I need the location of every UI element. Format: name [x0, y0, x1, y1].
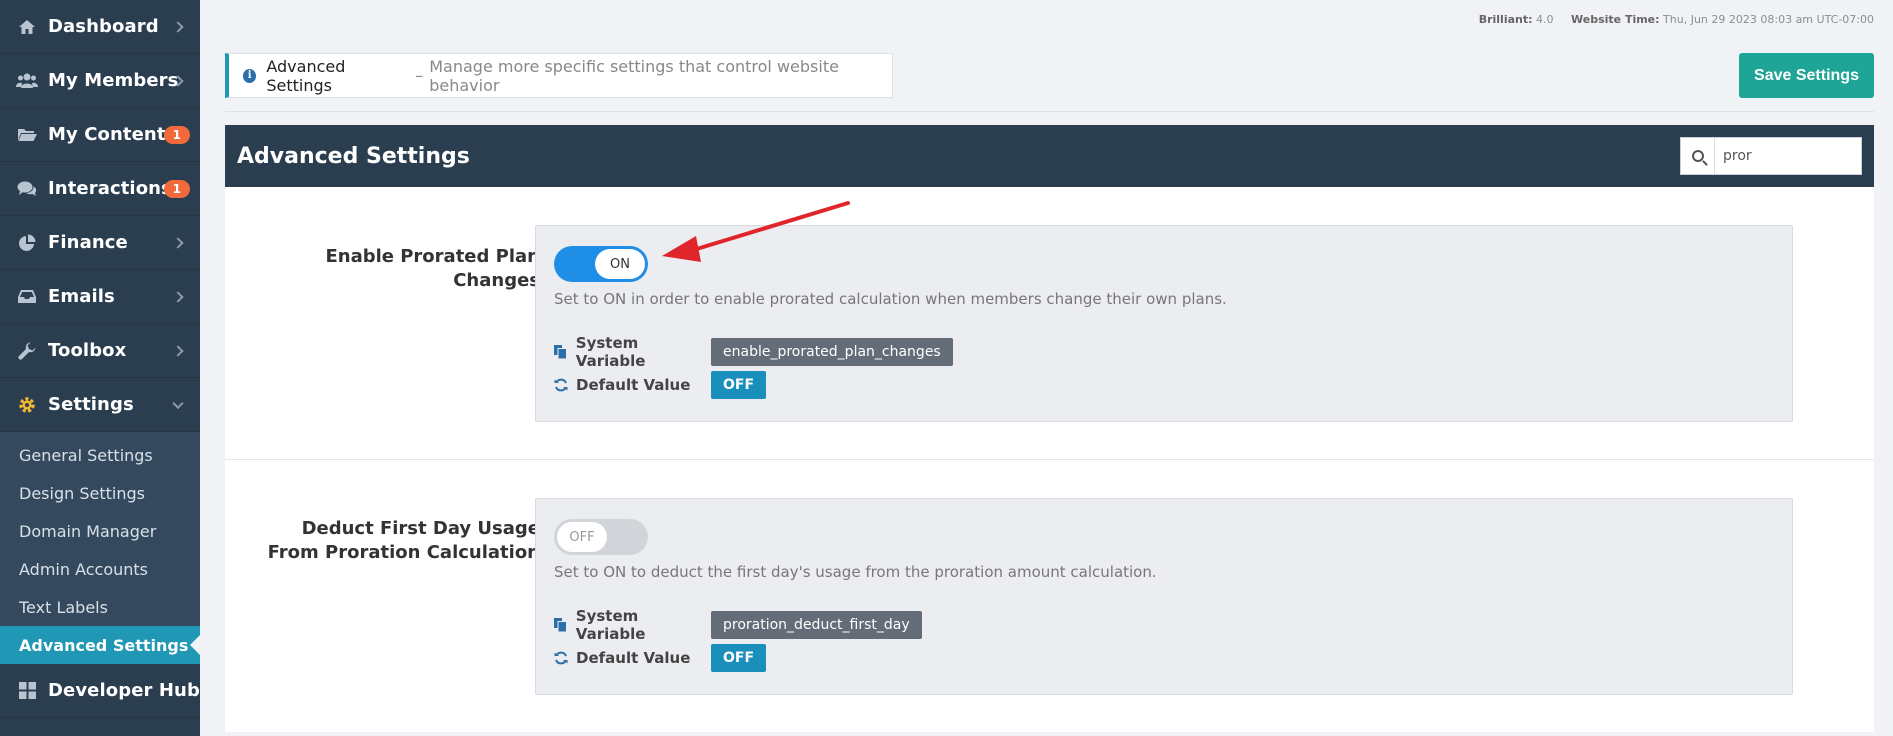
copy-icon	[554, 618, 568, 632]
save-settings-button[interactable]: Save Settings	[1739, 53, 1874, 98]
setting-label: Deduct First Day Usage From Proration Ca…	[267, 518, 540, 563]
info-icon: i	[243, 68, 257, 83]
users-icon	[16, 70, 38, 92]
settings-submenu: General Settings Design Settings Domain …	[0, 432, 200, 664]
sidebar: Dashboard My Members My Content 1 Intera…	[0, 0, 200, 736]
sidebar-item-label: Interactions	[48, 178, 172, 199]
notification-badge: 1	[163, 125, 190, 144]
subnav-item-text-labels[interactable]: Text Labels	[0, 588, 200, 626]
default-value-row: Default Value OFF	[554, 644, 767, 672]
search-icon	[1681, 138, 1715, 174]
sidebar-item-dashboard[interactable]: Dashboard	[0, 0, 200, 54]
sidebar-item-label: Dashboard	[48, 16, 159, 37]
default-value-label: Default Value	[576, 649, 691, 667]
settings-panel: Enable Prorated Plan Changes ON Set to O…	[225, 187, 1874, 732]
default-value: OFF	[711, 371, 767, 399]
setting-box: OFF Set to ON to deduct the first day's …	[535, 498, 1793, 695]
refresh-icon	[554, 651, 568, 665]
row-divider	[225, 459, 1874, 460]
toggle-state: ON	[595, 249, 645, 279]
refresh-icon	[554, 378, 568, 392]
panel-title: Advanced Settings	[237, 143, 470, 169]
inbox-icon	[16, 286, 38, 308]
subnav-item-general-settings[interactable]: General Settings	[0, 436, 200, 474]
setting-box: ON Set to ON in order to enable prorated…	[535, 225, 1793, 422]
panel-header: Advanced Settings	[225, 125, 1874, 187]
version-value: 4.0	[1536, 13, 1554, 26]
version-time-info: Brilliant: 4.0 Website Time: Thu, Jun 29…	[1479, 13, 1874, 26]
folder-icon	[16, 124, 38, 146]
version-label: Brilliant:	[1478, 13, 1533, 26]
system-variable-row: System Variable proration_deduct_first_d…	[554, 607, 922, 643]
chevron-right-icon	[172, 344, 184, 357]
chevron-right-icon	[172, 290, 184, 303]
pie-chart-icon	[16, 232, 38, 254]
sidebar-item-my-members[interactable]: My Members	[0, 54, 200, 108]
sidebar-item-label: Developer Hub	[48, 680, 200, 701]
subnav-item-domain-manager[interactable]: Domain Manager	[0, 512, 200, 550]
default-value-row: Default Value OFF	[554, 371, 767, 399]
notification-badge: 1	[163, 179, 190, 198]
enable-prorated-toggle[interactable]: ON	[554, 246, 648, 282]
banner-title: Advanced Settings	[266, 56, 346, 95]
chevron-down-icon	[172, 397, 184, 409]
sidebar-item-developer-hub[interactable]: Developer Hub	[0, 664, 200, 718]
system-variable-label: System Variable	[575, 334, 646, 370]
sidebar-item-label: Emails	[48, 286, 115, 307]
sidebar-item-toolbox[interactable]: Toolbox	[0, 324, 200, 378]
sidebar-item-label: Finance	[48, 232, 128, 253]
search-input[interactable]	[1715, 148, 1855, 164]
copy-icon	[554, 345, 568, 359]
chevron-right-icon	[172, 236, 184, 249]
setting-description: Set to ON to deduct the first day's usag…	[554, 563, 1157, 581]
banner-separator: –	[415, 66, 424, 85]
system-variable-value: enable_prorated_plan_changes	[711, 338, 953, 366]
wrench-icon	[16, 340, 38, 362]
system-variable-value: proration_deduct_first_day	[711, 611, 922, 639]
deduct-first-day-toggle[interactable]: OFF	[554, 519, 648, 555]
sidebar-item-label: Toolbox	[48, 340, 127, 361]
subnav-item-design-settings[interactable]: Design Settings	[0, 474, 200, 512]
default-value-label: Default Value	[576, 376, 691, 394]
sidebar-item-label: Settings	[48, 394, 134, 415]
website-time-value: Thu, Jun 29 2023 08:03 am UTC-07:00	[1663, 13, 1874, 26]
gear-icon	[16, 394, 38, 416]
subnav-item-advanced-settings[interactable]: Advanced Settings	[0, 626, 200, 664]
settings-search	[1680, 137, 1862, 175]
chevron-right-icon	[172, 20, 184, 33]
page-info-banner: i Advanced Settings – Manage more specif…	[225, 53, 893, 98]
comments-icon	[16, 178, 38, 200]
setting-label: Enable Prorated Plan Changes	[325, 246, 540, 291]
subnav-item-admin-accounts[interactable]: Admin Accounts	[0, 550, 200, 588]
banner-description: Manage more specific settings that contr…	[429, 56, 839, 95]
sidebar-item-interactions[interactable]: Interactions 1	[0, 162, 200, 216]
divider	[225, 111, 1874, 112]
setting-description: Set to ON in order to enable prorated ca…	[554, 290, 1227, 308]
system-variable-label: System Variable	[575, 607, 646, 643]
default-value: OFF	[711, 644, 767, 672]
sidebar-item-emails[interactable]: Emails	[0, 270, 200, 324]
system-variable-row: System Variable enable_prorated_plan_cha…	[554, 334, 953, 370]
toggle-state: OFF	[557, 522, 607, 552]
sidebar-item-my-content[interactable]: My Content 1	[0, 108, 200, 162]
website-time-label: Website Time:	[1571, 13, 1660, 26]
sidebar-item-label: My Content	[48, 124, 166, 145]
sidebar-item-settings[interactable]: Settings	[0, 378, 200, 432]
home-icon	[16, 16, 38, 38]
sidebar-item-finance[interactable]: Finance	[0, 216, 200, 270]
sidebar-item-label: My Members	[48, 70, 179, 91]
grid-icon	[16, 680, 38, 702]
